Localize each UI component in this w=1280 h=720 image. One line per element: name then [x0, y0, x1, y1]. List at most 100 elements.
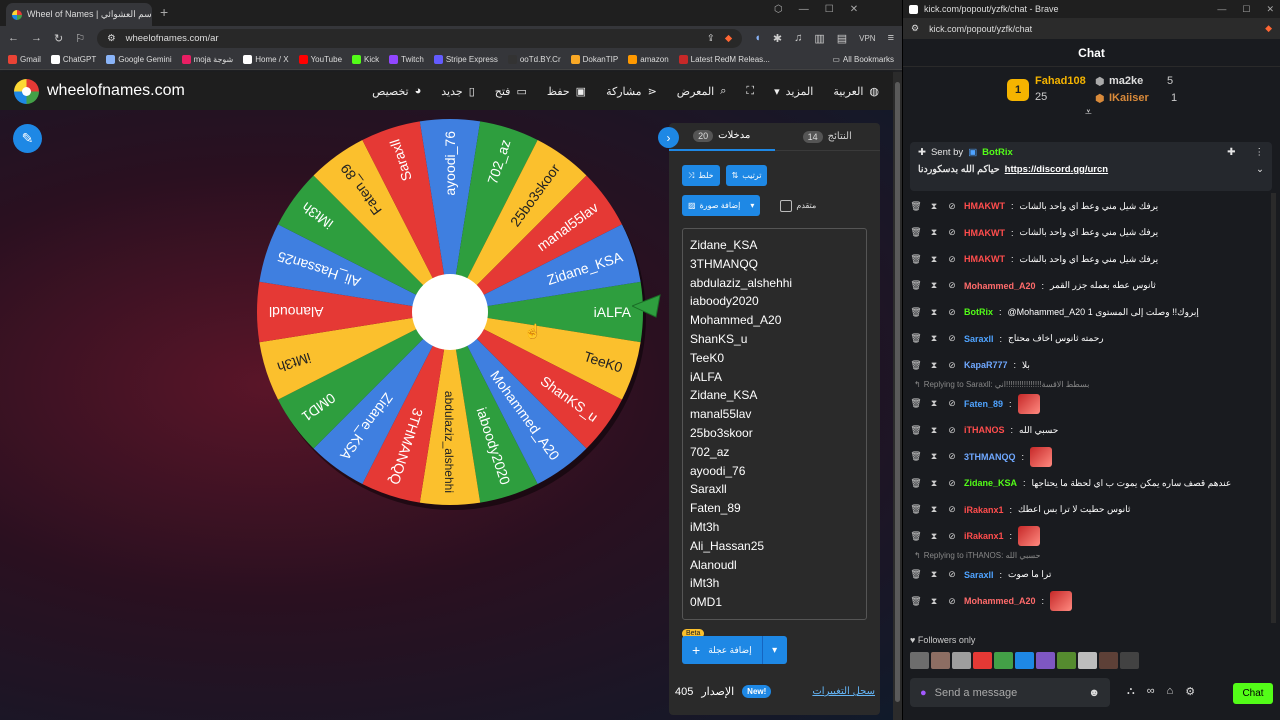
bookmark-item[interactable]: Gmail	[8, 55, 41, 64]
expand-leaderboard-icon[interactable]: ⩡	[1085, 105, 1092, 120]
pinned-link[interactable]: https://discord.gg/urcn	[1005, 164, 1108, 175]
nav-open[interactable]: ▭ فتح	[495, 85, 527, 98]
chat-username[interactable]: 3THMANQQ	[964, 452, 1016, 462]
edit-pencil-icon[interactable]: ✎	[13, 124, 42, 153]
entry-line[interactable]: Saraxll	[690, 480, 859, 499]
nav-language[interactable]: ◍ العربية	[833, 85, 879, 98]
users-icon[interactable]: ⛬	[1127, 685, 1135, 698]
ban-icon[interactable]: ⊘	[946, 478, 958, 489]
chat-send-button[interactable]: Chat	[1233, 683, 1273, 704]
follower-emote-image[interactable]	[973, 652, 992, 669]
nav-fullscreen[interactable]: ⛶	[746, 85, 754, 98]
follower-emote-image[interactable]	[1078, 652, 1097, 669]
chat-username[interactable]: HMAKWT	[964, 228, 1005, 238]
ban-icon[interactable]: ⊘	[946, 425, 958, 436]
chat-username[interactable]: KapaR777	[964, 360, 1008, 370]
trash-icon[interactable]: 🗑	[910, 451, 922, 462]
nav-gallery[interactable]: ⌕ المعرض	[677, 85, 727, 98]
ban-icon[interactable]: ⊘	[946, 569, 958, 580]
all-bookmarks[interactable]: ▭ All Bookmarks	[832, 55, 894, 64]
store-icon[interactable]: ⌂	[1167, 685, 1174, 698]
maximize-icon[interactable]: ☐	[1242, 4, 1250, 15]
more-options-icon[interactable]: ⋮	[1255, 147, 1265, 158]
entry-line[interactable]: 25bo3skoor	[690, 424, 859, 443]
url-field[interactable]: ⚙ wheelofnames.com/ar ⇪ ◆	[97, 28, 743, 48]
chat-username[interactable]: iTHANOS	[964, 425, 1005, 435]
add-image-button[interactable]: ▨ إضافة صورة ▾	[682, 195, 761, 216]
chat-username[interactable]: HMAKWT	[964, 254, 1005, 264]
bookmark-item[interactable]: Kick	[352, 55, 379, 64]
bookmark-item[interactable]: moja شوجة	[181, 55, 233, 64]
sort-button[interactable]: ⇅ ترتيب	[725, 165, 768, 186]
tab-entries[interactable]: 20 مدخلات	[669, 123, 775, 151]
share-icon[interactable]: ⇪	[707, 33, 715, 44]
timeout-icon[interactable]: ⧗	[928, 280, 940, 291]
timeout-icon[interactable]: ⧗	[928, 227, 940, 238]
entry-line[interactable]: Mohammed_A20	[690, 311, 859, 330]
ban-icon[interactable]: ⊘	[946, 227, 958, 238]
entry-line[interactable]: Faten_89	[690, 499, 859, 518]
bookmark-item[interactable]: Home / X	[243, 55, 289, 64]
bookmark-item[interactable]: Stripe Express	[433, 55, 498, 64]
follower-emote-image[interactable]	[1015, 652, 1034, 669]
nav-customize[interactable]: ◕ تخصيص	[372, 85, 421, 98]
entry-line[interactable]: Zidane_KSA	[690, 236, 859, 255]
trash-icon[interactable]: 🗑	[910, 227, 922, 238]
entry-line[interactable]: TeeK0	[690, 349, 859, 368]
advanced-checkbox[interactable]: متقدم	[780, 195, 816, 216]
extensions-icon[interactable]: ⬡	[774, 4, 783, 15]
timeout-icon[interactable]: ⧗	[928, 504, 940, 515]
ban-icon[interactable]: ⊘	[946, 360, 958, 371]
entry-line[interactable]: 3THMANQQ	[690, 255, 859, 274]
page-scrollbar[interactable]	[893, 72, 902, 720]
shuffle-button[interactable]: ⤨ خلط	[682, 165, 720, 186]
entry-line[interactable]: abdulaziz_alshehhi	[690, 274, 859, 293]
menu-icon[interactable]: ≡	[888, 32, 894, 44]
chevron-down-icon[interactable]: ⌄	[1256, 164, 1264, 175]
nav-new[interactable]: ▯ جديد	[441, 85, 474, 98]
speaker-icon[interactable]: ◖	[754, 32, 761, 44]
ban-icon[interactable]: ⊘	[946, 398, 958, 409]
trash-icon[interactable]: 🗑	[910, 398, 922, 409]
timeout-icon[interactable]: ⧗	[928, 360, 940, 371]
bookmark-item[interactable]: Google Gemini	[106, 55, 172, 64]
bookmark-icon[interactable]: ⚐	[75, 32, 85, 45]
entry-line[interactable]: iMt3h	[690, 574, 859, 593]
ban-icon[interactable]: ⊘	[946, 504, 958, 515]
unpin-icon[interactable]: ✚	[1227, 147, 1235, 158]
tab-wheel-of-names[interactable]: Wheel of Names | عجلة الاسم العشوائي ✕	[6, 3, 152, 26]
trash-icon[interactable]: 🗑	[910, 333, 922, 344]
bookmark-item[interactable]: Latest RedM Releas...	[678, 55, 770, 64]
chat-username[interactable]: iRakanx1	[964, 531, 1004, 541]
chat-username[interactable]: Saraxll	[964, 570, 994, 580]
new-tab-icon[interactable]: +	[160, 4, 168, 20]
timeout-icon[interactable]: ⧗	[928, 478, 940, 489]
checkbox-box[interactable]	[780, 199, 793, 212]
site-info-icon[interactable]: ⚙	[911, 23, 919, 34]
infinity-icon[interactable]: ∞	[1147, 685, 1155, 698]
follower-emote-image[interactable]	[952, 652, 971, 669]
name-wheel[interactable]: iALFATeeK0ShanKS_uMohammed_A20iaboody202…	[250, 112, 650, 512]
bookmark-item[interactable]: Twitch	[389, 55, 424, 64]
bookmark-item[interactable]: ooTd.BY.Cr	[507, 55, 561, 64]
nav-more[interactable]: المزيد ▾	[774, 85, 813, 98]
ban-icon[interactable]: ⊘	[946, 596, 958, 607]
timeout-icon[interactable]: ⧗	[928, 451, 940, 462]
pinned-bot-name[interactable]: BotRix	[982, 147, 1013, 158]
chat-username[interactable]: Zidane_KSA	[964, 478, 1017, 488]
add-wheel-dropdown[interactable]: ▾	[761, 636, 787, 664]
trash-icon[interactable]: 🗑	[910, 596, 922, 607]
entries-textarea[interactable]: Zidane_KSA 3THMANQQ abdulaziz_alshehhi iabo…	[682, 228, 867, 620]
reload-icon[interactable]: ↻	[54, 32, 63, 45]
leader-3-name[interactable]: IKaiiser	[1109, 92, 1149, 104]
chat-username[interactable]: iRakanx1	[964, 505, 1004, 515]
timeout-icon[interactable]: ⧗	[928, 254, 940, 265]
tab-results[interactable]: 14 النتائج	[775, 130, 881, 143]
minimize-icon[interactable]: —	[799, 4, 809, 15]
trash-icon[interactable]: 🗑	[910, 531, 922, 542]
add-wheel-button[interactable]: + إضافة عجلة	[682, 636, 762, 664]
vpn-button[interactable]: VPN	[859, 34, 875, 43]
sidebar-icon[interactable]: ▥	[814, 32, 824, 45]
music-icon[interactable]: ♫	[794, 32, 802, 44]
trash-icon[interactable]: 🗑	[910, 504, 922, 515]
